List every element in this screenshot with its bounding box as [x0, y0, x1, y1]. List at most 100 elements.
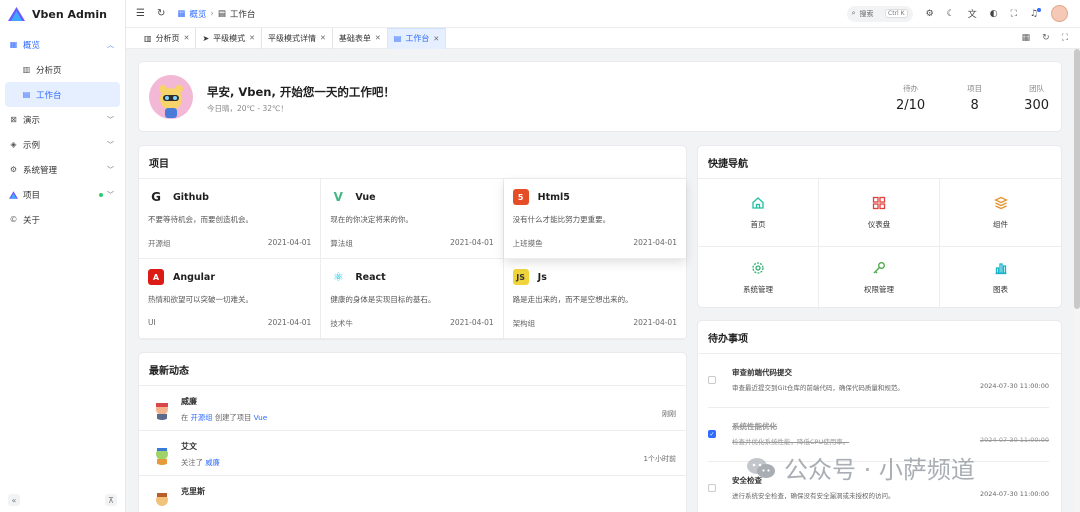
todo-item: 审查前端代码提交 审查最近提交到Git仓库的前端代码，确保代码质量和规范。 20… — [708, 354, 1049, 408]
timestamp: 2024-07-30 11:00:00 — [979, 490, 1049, 498]
todo-checkbox[interactable] — [708, 376, 716, 384]
grid-icon: ▦ — [9, 40, 18, 49]
close-icon[interactable]: ✕ — [320, 34, 326, 42]
bell-icon[interactable]: ♫ — [1030, 7, 1042, 19]
copyright-icon: © — [9, 215, 18, 224]
news-link[interactable]: Vue — [254, 413, 268, 422]
project-item-angular[interactable]: A Angular 热情和欲望可以突破一切难关。 UI 2021-04-01 — [139, 259, 322, 339]
project-group: 上班摸鱼 — [512, 239, 543, 248]
workspace-icon: ▤ — [217, 8, 226, 19]
grid-icon[interactable]: ▦ — [1022, 33, 1031, 43]
chevron-up-icon: ︿ — [107, 40, 114, 49]
key-icon — [872, 261, 886, 278]
sidebar-item-examples[interactable]: ◈ 示例 ﹀ — [0, 132, 125, 157]
news-card: 最新动态 威廉 在 开源组 创建了项目 Vue 刚刚 艾文 关注了 威廉 1个小… — [138, 352, 687, 512]
maximize-icon[interactable]: ⛶ — [1062, 33, 1068, 43]
welcome-title: 早安, Vben, 开始您一天的工作吧！ — [207, 85, 395, 99]
chevron-down-icon: ﹀ — [107, 165, 114, 174]
app-logo[interactable]: Vben Admin — [0, 0, 125, 28]
wechat-icon — [746, 456, 776, 480]
quick-nav-home[interactable]: 首页 — [698, 179, 819, 247]
watermark: 公众号 · 小萨频道 — [746, 450, 975, 485]
list-item: 克里斯 — [139, 476, 686, 512]
sidebar-item-analytics[interactable]: ▥ 分析页 — [0, 57, 125, 82]
project-item-github[interactable]: G Github 不要等待机会，而要创造机会。 开源组 2021-04-01 — [139, 179, 322, 259]
workspace-icon: ▤ — [22, 90, 31, 99]
project-item-vue[interactable]: V Vue 现在的你决定将来的你。 算法组 2021-04-01 — [321, 179, 504, 259]
bar-chart-icon — [994, 261, 1008, 278]
tab-flat-mode[interactable]: ➤ 平级模式 ✕ — [196, 27, 263, 49]
project-description: 没有什么才能比努力更重要。 — [512, 215, 611, 224]
project-group: 开源组 — [148, 239, 171, 248]
sidebar-item-demo[interactable]: ⊠ 演示 ﹀ — [0, 107, 125, 132]
github-logo-icon: G — [151, 190, 161, 204]
welcome-card: 早安, Vben, 开始您一天的工作吧！ 今日晴，20℃ - 32℃！ 待办 2… — [138, 61, 1062, 132]
vue-logo-icon: V — [333, 190, 343, 204]
todo-checkbox[interactable] — [708, 484, 716, 492]
quick-nav-components[interactable]: 组件 — [940, 179, 1061, 247]
quick-nav-dashboard[interactable]: 仪表盘 — [819, 179, 940, 247]
sidebar-item-workspace[interactable]: ▤ 工作台 — [5, 82, 120, 107]
project-name: Html5 — [537, 191, 570, 203]
todo-checkbox[interactable]: ✓ — [708, 430, 716, 438]
breadcrumb-item[interactable]: 概览 — [189, 8, 206, 20]
layers-icon: ◈ — [10, 140, 17, 149]
tab-workspace[interactable]: ▤ 工作台 ✕ — [387, 27, 447, 49]
sidebar-item-overview[interactable]: ▦ 概览 ︿ — [0, 32, 125, 57]
close-icon[interactable]: ✕ — [184, 34, 190, 42]
user-avatar[interactable] — [1051, 5, 1068, 22]
quick-nav-card: 快捷导航 首页 仪表盘 组件 系统管理 权限管理 图表 — [697, 145, 1062, 309]
sidebar-item-system[interactable]: ⚙ 系统管理 ﹀ — [0, 157, 125, 182]
quick-nav-permissions[interactable]: 权限管理 — [819, 247, 940, 309]
refresh-icon[interactable]: ↻ — [157, 8, 165, 19]
close-icon[interactable]: ✕ — [433, 35, 439, 43]
translate-icon[interactable]: 文 — [968, 7, 977, 20]
avatar — [152, 400, 172, 420]
quick-nav-charts[interactable]: 图表 — [940, 247, 1061, 309]
timestamp: 1个小时前 — [643, 455, 676, 463]
breadcrumb: ▦ 概览 › ▤ 工作台 — [177, 8, 255, 20]
tab-flat-mode-detail[interactable]: 平级模式详情 ✕ — [262, 27, 333, 49]
card-title: 待办事项 — [698, 321, 1061, 354]
tab-basic-form[interactable]: 基础表单 ✕ — [333, 27, 388, 49]
dark-mode-icon[interactable]: ☾ — [947, 9, 955, 19]
news-link[interactable]: 开源组 — [191, 413, 213, 422]
project-group: UI — [148, 318, 156, 327]
quick-nav-system[interactable]: 系统管理 — [698, 247, 819, 309]
fullscreen-icon[interactable]: ⛶ — [1011, 9, 1017, 19]
search-placeholder: 搜索 — [859, 9, 874, 18]
tab-analytics[interactable]: ▥ 分析页 ✕ — [138, 27, 197, 49]
project-item-html5[interactable]: 5 Html5 没有什么才能比努力更重要。 上班摸鱼 2021-04-01 — [503, 179, 686, 259]
scrollbar-thumb[interactable] — [1074, 49, 1080, 309]
news-link[interactable]: 威廉 — [205, 458, 220, 467]
vben-logo-icon — [8, 7, 25, 21]
dashboard-icon — [872, 196, 886, 213]
close-icon[interactable]: ✕ — [375, 34, 381, 42]
timestamp: 2024-07-30 11:00:00 — [979, 382, 1049, 390]
project-date: 2021-04-01 — [633, 238, 677, 247]
project-item-js[interactable]: JS Js 路是走出来的，而不是空想出来的。 架构组 2021-04-01 — [503, 259, 686, 339]
close-icon[interactable]: ✕ — [249, 34, 255, 42]
project-description: 热情和欲望可以突破一切难关。 — [148, 295, 253, 304]
collapse-sidebar-icon[interactable]: « — [8, 494, 20, 506]
grid-icon: ▦ — [177, 8, 186, 19]
project-group: 算法组 — [330, 239, 353, 248]
gear-icon: ⚙ — [9, 165, 18, 174]
search-box[interactable]: ⌕ 搜索 Ctrl K — [846, 5, 913, 22]
html5-logo-icon: 5 — [512, 189, 529, 205]
project-item-react[interactable]: ⚛ React 健康的身体是实现目标的基石。 技术牛 2021-04-01 — [321, 259, 504, 339]
projects-card: 项目 G Github 不要等待机会，而要创造机会。 开源组 2021-04-01 V Vu… — [138, 145, 687, 340]
avatar — [152, 445, 172, 465]
sidebar-item-project[interactable]: 项目 ﹀ — [0, 182, 125, 207]
sidebar-item-about[interactable]: © 关于 — [0, 207, 125, 232]
vben-icon — [9, 190, 18, 199]
theme-icon[interactable]: ◐ — [990, 9, 998, 19]
project-group: 架构组 — [512, 319, 536, 328]
breadcrumb-separator: › — [210, 8, 214, 19]
search-icon: ⌕ — [851, 9, 856, 17]
settings-icon[interactable]: ⚙ — [926, 9, 934, 19]
refresh-icon[interactable]: ↻ — [1042, 33, 1050, 43]
breadcrumb-current: 工作台 — [229, 9, 256, 20]
pin-icon[interactable]: ⊼ — [105, 494, 117, 506]
menu-icon[interactable]: ☰ — [136, 8, 145, 19]
